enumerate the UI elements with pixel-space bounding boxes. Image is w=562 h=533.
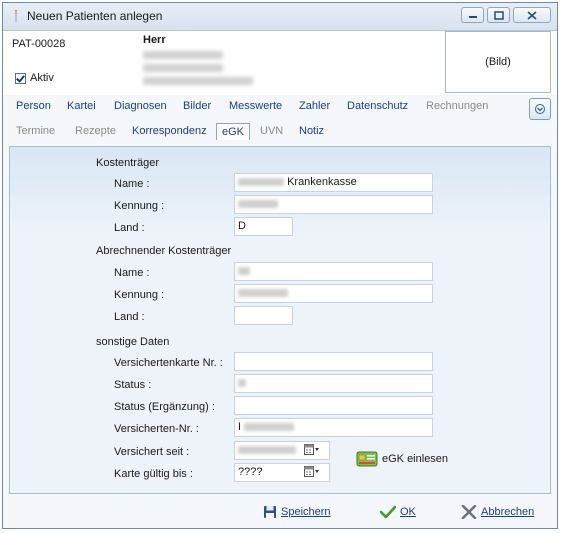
kt-name-input[interactable]: Krankenkasse	[234, 173, 433, 192]
ab-land-input[interactable]	[234, 306, 293, 325]
ab-name-input[interactable]	[234, 262, 433, 281]
kt-kennung-label: Kennung :	[114, 200, 165, 212]
tab-egk[interactable]: eGK	[216, 123, 251, 140]
title-bar[interactable]: Neuen Patienten anlegen	[3, 3, 557, 31]
tab-diagnosen[interactable]: Diagnosen	[114, 100, 167, 112]
maximize-button[interactable]	[487, 7, 510, 23]
ab-name-label: Name :	[114, 267, 150, 279]
dialog-window: Neuen Patienten anlegen PAT-00028 Aktiv …	[2, 2, 558, 529]
kt-land-label: Land :	[114, 222, 145, 234]
patient-header: PAT-00028 Aktiv Herr (Bild)	[3, 31, 557, 95]
patient-id: PAT-00028	[12, 38, 66, 50]
ok-label: OK	[400, 506, 416, 518]
tab-rezepte[interactable]: Rezepte	[75, 125, 116, 137]
photo-placeholder: (Bild)	[485, 56, 511, 68]
save-button[interactable]: Speichern	[263, 505, 331, 519]
tab-datenschutz[interactable]: Datenschutz	[347, 100, 408, 112]
tab-bilder[interactable]: Bilder	[183, 100, 211, 112]
ab-kennung-input[interactable]	[234, 284, 433, 303]
karte-nr-input[interactable]	[234, 352, 433, 371]
tab-rechnungen[interactable]: Rechnungen	[426, 100, 488, 112]
chevron-down-icon	[535, 104, 545, 114]
kt-land-value: D	[238, 220, 246, 232]
ok-button[interactable]: OK	[380, 505, 416, 519]
kt-name-label: Name :	[114, 178, 150, 190]
cancel-button[interactable]: Abbrechen	[461, 505, 534, 519]
more-tabs-button[interactable]	[529, 98, 551, 120]
maximize-icon	[493, 10, 504, 20]
karte-nr-label: Versichertenkarte Nr. :	[114, 357, 223, 369]
versnr-prefix: I	[238, 421, 242, 433]
egk-read-button[interactable]: eGK einlesen	[356, 451, 448, 467]
karte-gueltig-value: ????	[238, 466, 263, 478]
save-label: Speichern	[281, 506, 331, 518]
status-input[interactable]	[234, 374, 433, 393]
window-title: Neuen Patienten anlegen	[27, 9, 163, 23]
section-abrechnender: Abrechnender Kostenträger	[96, 245, 232, 257]
tab-termine[interactable]: Termine	[16, 125, 55, 137]
kt-name-value: Krankenkasse	[287, 176, 357, 188]
tab-messwerte[interactable]: Messwerte	[229, 100, 282, 112]
tab-kartei[interactable]: Kartei	[67, 100, 96, 112]
karte-gueltig-label: Karte gültig bis :	[114, 468, 193, 480]
active-checkbox[interactable]: Aktiv	[15, 72, 54, 84]
calendar-dropdown-icon[interactable]	[304, 443, 320, 457]
floppy-disk-icon	[264, 506, 276, 518]
egk-read-label: eGK einlesen	[382, 453, 449, 465]
tab-korrespondenz[interactable]: Korrespondenz	[132, 125, 207, 137]
egk-panel: Kostenträger Name : Krankenkasse Kennung…	[9, 146, 551, 494]
tab-row-primary: Person Kartei Diagnosen Bilder Messwerte…	[3, 100, 557, 122]
redacted-address	[143, 46, 253, 90]
status-erg-label: Status (Ergänzung) :	[114, 401, 215, 413]
close-icon	[527, 10, 537, 20]
ab-kennung-label: Kennung :	[114, 289, 165, 301]
versnr-input[interactable]: I	[234, 418, 433, 437]
kt-kennung-input[interactable]	[234, 195, 433, 214]
status-erg-input[interactable]	[234, 396, 433, 415]
footer-buttons: Speichern OK Abbrechen	[3, 497, 557, 530]
section-kostentraeger: Kostenträger	[96, 157, 159, 169]
tab-person[interactable]: Person	[16, 100, 51, 112]
minimize-button[interactable]	[461, 7, 484, 23]
salutation: Herr	[143, 34, 166, 46]
tab-row-secondary: Termine Rezepte Korrespondenz eGK UVN No…	[3, 123, 557, 147]
versichert-seit-label: Versichert seit :	[114, 446, 190, 458]
close-button[interactable]	[513, 7, 551, 23]
checkmark-icon	[380, 505, 396, 519]
app-icon	[15, 10, 17, 22]
minimize-icon	[468, 16, 477, 18]
tab-notiz[interactable]: Notiz	[299, 125, 324, 137]
cancel-label: Abbrechen	[481, 506, 535, 518]
patient-photo[interactable]: (Bild)	[445, 31, 551, 93]
ab-land-label: Land :	[114, 311, 145, 323]
cancel-x-icon	[461, 505, 477, 519]
tab-uvn[interactable]: UVN	[260, 125, 283, 137]
tab-zahler[interactable]: Zahler	[299, 100, 330, 112]
health-card-icon	[356, 451, 378, 467]
calendar-dropdown-icon[interactable]	[304, 465, 320, 479]
active-label: Aktiv	[30, 72, 54, 84]
kt-land-input[interactable]: D	[234, 217, 293, 236]
checkbox-checked-icon	[15, 72, 26, 84]
versnr-label: Versicherten-Nr. :	[114, 423, 199, 435]
status-label: Status :	[114, 379, 152, 391]
section-sonstige: sonstige Daten	[96, 336, 170, 348]
